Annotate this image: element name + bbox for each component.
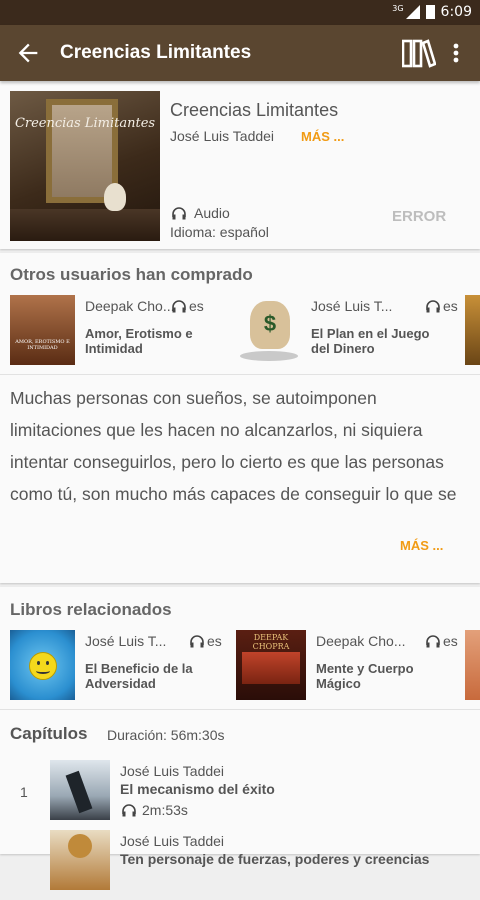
item-language-label: es xyxy=(189,298,204,314)
app-toolbar: Creencias Limitantes xyxy=(0,25,480,81)
list-item[interactable]: $ José Luis T... es El Plan en el Juego … xyxy=(236,295,466,365)
thumb-cover-text: DEEPAK CHOPRA xyxy=(252,633,290,651)
divider xyxy=(0,374,480,375)
item-title: El Plan en el Juego del Dinero xyxy=(311,326,430,356)
chapter-duration-label: 2m:53s xyxy=(142,802,188,818)
headphones-icon xyxy=(426,634,440,647)
book-title: Creencias Limitantes xyxy=(170,100,339,120)
book-author[interactable]: José Luis Taddei xyxy=(170,128,274,144)
page-title: Creencias Limitantes xyxy=(60,42,252,63)
chapters-duration: Duración: 56m:30s xyxy=(107,727,225,743)
book-description: Muchas personas con sueños, se autoimpon… xyxy=(10,388,457,504)
item-language: es xyxy=(190,633,222,649)
battery-icon xyxy=(425,5,435,19)
headphones-icon xyxy=(172,206,186,219)
item-language: es xyxy=(172,298,204,314)
headphones-icon xyxy=(426,299,440,312)
item-language: es xyxy=(426,298,458,314)
item-language: es xyxy=(426,633,458,649)
headphones-icon xyxy=(190,634,204,647)
item-title: El Beneficio de la Adversidad xyxy=(85,661,193,691)
book-thumb xyxy=(10,630,75,700)
library-books-icon[interactable] xyxy=(402,38,436,68)
chapter-row[interactable]: 1 José Luis Taddei El mecanismo del éxit… xyxy=(0,760,480,830)
chapter-number: 1 xyxy=(20,784,28,800)
cover-floor xyxy=(10,209,160,241)
book-format-label: Audio xyxy=(194,205,230,221)
chapter-duration: 2m:53s xyxy=(122,802,188,818)
divider xyxy=(0,709,480,710)
item-author: José Luis T... xyxy=(311,298,393,314)
chapters-heading: Capítulos xyxy=(10,724,88,743)
status-bar: 3G 6:09 xyxy=(0,0,480,25)
chapter-author: José Luis Taddei xyxy=(120,763,225,779)
item-author: Deepak Cho... xyxy=(316,633,406,649)
headphones-icon xyxy=(122,803,136,816)
chapter-title: El mecanismo del éxito xyxy=(120,781,275,797)
item-language-label: es xyxy=(443,633,458,649)
book-format: Audio xyxy=(172,205,230,221)
item-author: José Luis T... xyxy=(85,633,167,649)
chapter-row[interactable]: José Luis Taddei Ten personaje de fuerza… xyxy=(0,830,480,900)
author-more-button[interactable]: MÁS ... xyxy=(301,129,344,144)
arrow-back-icon[interactable] xyxy=(14,39,42,67)
cover-title: Creencias Limitantes xyxy=(14,116,156,131)
status-time: 6:09 xyxy=(440,4,472,20)
chapter-thumb xyxy=(50,830,110,890)
item-language-label: es xyxy=(443,298,458,314)
next-item-peek xyxy=(465,295,480,365)
book-thumb: AMOR, EROTISMO E INTIMIDAD xyxy=(10,295,75,365)
chapter-thumb xyxy=(50,760,110,820)
book-cover[interactable]: Creencias Limitantes xyxy=(10,91,160,241)
chapter-title: Ten personaje de fuerzas, poderes y cree… xyxy=(120,851,430,867)
cover-goose xyxy=(104,183,126,211)
book-language: Idioma: español xyxy=(170,224,269,240)
others-bought-heading: Otros usuarios han comprado xyxy=(10,265,253,284)
item-title: Mente y Cuerpo Mágico xyxy=(316,661,414,691)
thumb-cover-text: AMOR, EROTISMO E INTIMIDAD xyxy=(15,339,70,351)
network-type: 3G xyxy=(392,3,404,13)
next-item-peek xyxy=(465,630,480,700)
related-books-heading: Libros relacionados xyxy=(10,600,172,619)
description-more-button[interactable]: MÁS ... xyxy=(400,538,443,553)
book-thumb: DEEPAK CHOPRA xyxy=(236,630,306,700)
list-item[interactable]: José Luis T... es El Beneficio de la Adv… xyxy=(10,630,230,700)
thumb-cover-text: $ xyxy=(263,311,277,336)
list-item[interactable]: DEEPAK CHOPRA Deepak Cho... es Mente y C… xyxy=(236,630,466,700)
more-vert-icon[interactable] xyxy=(448,39,464,67)
book-thumb: $ xyxy=(236,295,301,365)
item-title: Amor, Erotismo e Intimidad xyxy=(85,326,193,356)
item-author: Deepak Cho... xyxy=(85,298,175,314)
chapter-author: José Luis Taddei xyxy=(120,833,225,849)
list-item[interactable]: AMOR, EROTISMO E INTIMIDAD Deepak Cho...… xyxy=(10,295,230,365)
headphones-icon xyxy=(172,299,186,312)
item-language-label: es xyxy=(207,633,222,649)
error-button[interactable]: ERROR xyxy=(392,208,446,225)
signal-icon xyxy=(405,5,420,19)
